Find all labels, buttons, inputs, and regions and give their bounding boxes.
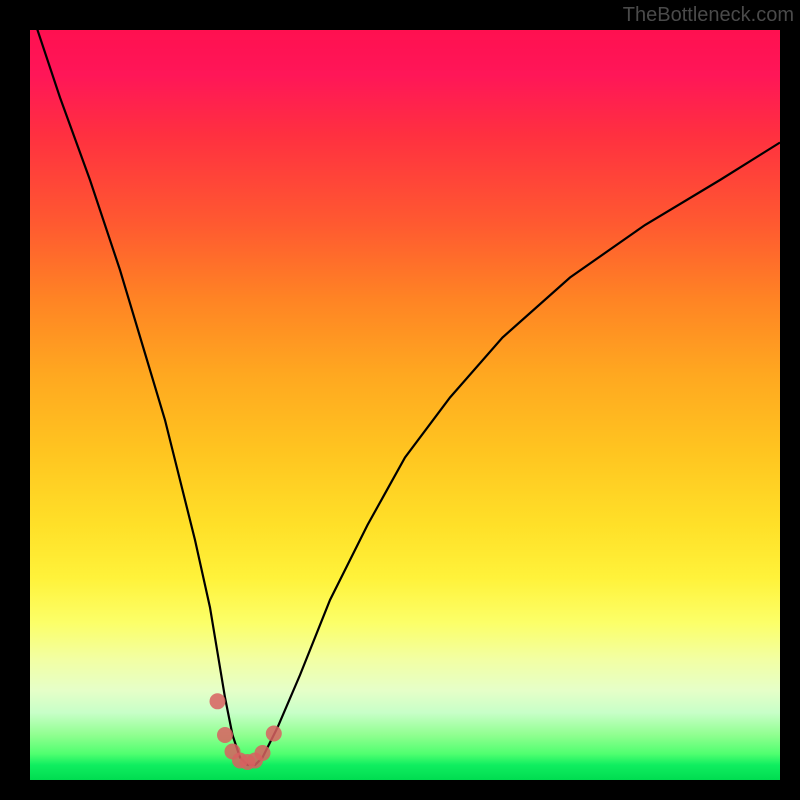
highlight-dot	[255, 745, 271, 761]
highlight-dots	[210, 693, 282, 770]
highlight-dot	[266, 726, 282, 742]
plot-frame	[30, 30, 780, 780]
watermark-label: TheBottleneck.com	[623, 4, 794, 27]
bottleneck-curve	[30, 30, 780, 765]
curve-svg	[30, 30, 780, 780]
highlight-dot	[217, 727, 233, 743]
highlight-dot	[210, 693, 226, 709]
